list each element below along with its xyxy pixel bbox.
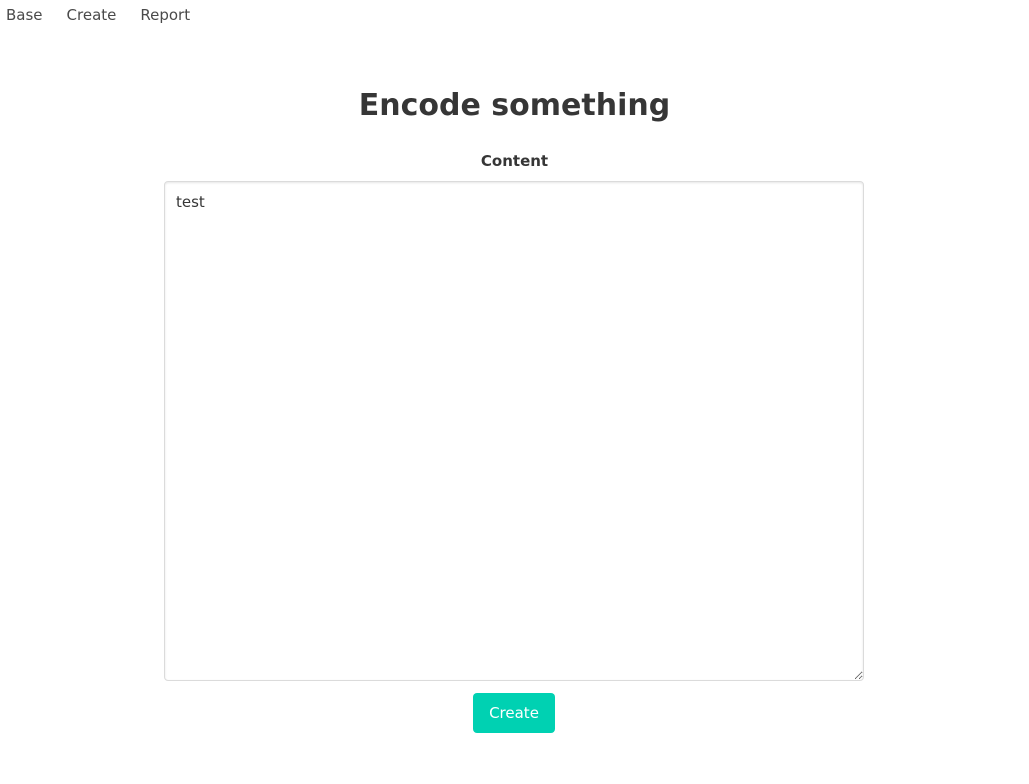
nav-create[interactable]: Create xyxy=(67,6,117,24)
nav-base[interactable]: Base xyxy=(6,6,43,24)
content-textarea[interactable]: test xyxy=(164,181,864,681)
top-nav: Base Create Report xyxy=(6,6,190,24)
nav-report[interactable]: Report xyxy=(140,6,190,24)
page-title: Encode something xyxy=(358,88,671,123)
content-label: Content xyxy=(480,152,549,170)
create-button[interactable]: Create xyxy=(473,693,555,733)
